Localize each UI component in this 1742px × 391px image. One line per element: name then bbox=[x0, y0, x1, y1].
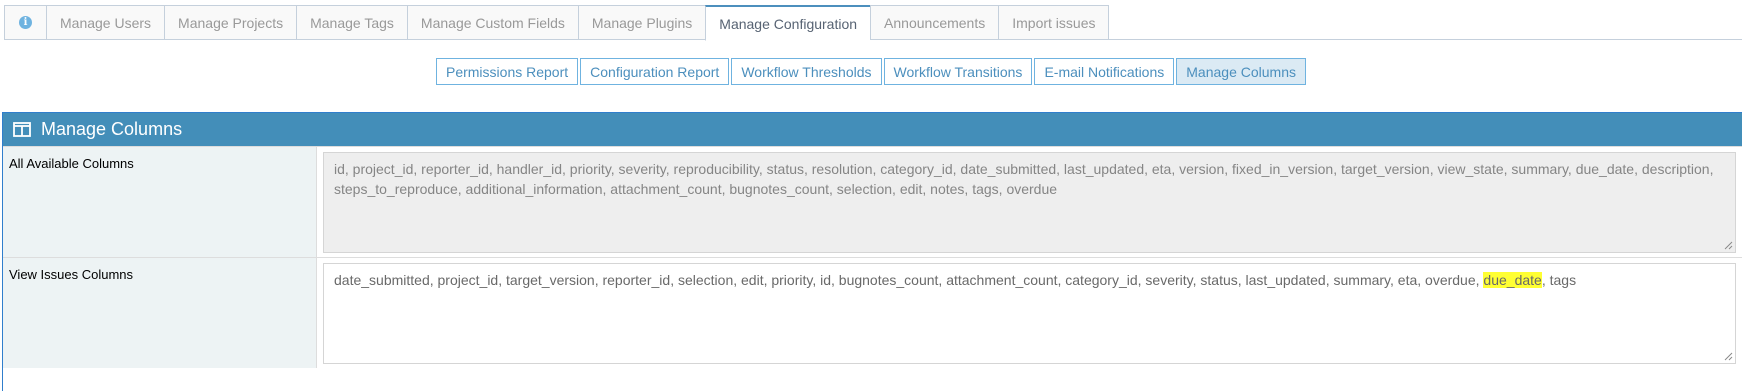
manage-columns-button[interactable]: Manage Columns bbox=[1176, 58, 1306, 85]
widget-title: Manage Columns bbox=[41, 119, 183, 139]
tab-manage-users[interactable]: Manage Users bbox=[46, 5, 165, 40]
all-columns-label: All Available Columns bbox=[3, 147, 317, 257]
tab-manage-configuration[interactable]: Manage Configuration bbox=[705, 5, 871, 41]
tabs-divider bbox=[4, 39, 1742, 40]
tab-manage-custom-fields[interactable]: Manage Custom Fields bbox=[406, 5, 578, 40]
columns-icon bbox=[13, 122, 31, 137]
all-columns-field: id, project_id, reporter_id, handler_id,… bbox=[317, 147, 1742, 257]
view-columns-label: View Issues Columns bbox=[3, 258, 317, 368]
view-columns-row: View Issues Columns date_submitted, proj… bbox=[3, 257, 1742, 368]
manage-columns-widget: Manage Columns All Available Columns id,… bbox=[2, 112, 1742, 391]
view-columns-textarea[interactable]: date_submitted, project_id, target_versi… bbox=[323, 263, 1736, 364]
all-columns-text: id, project_id, reporter_id, handler_id,… bbox=[334, 161, 1714, 197]
tab-announcements[interactable]: Announcements bbox=[870, 5, 999, 40]
workflow-transitions-button[interactable]: Workflow Transitions bbox=[883, 58, 1033, 85]
tab-manage-projects[interactable]: Manage Projects bbox=[164, 5, 297, 40]
all-columns-row: All Available Columns id, project_id, re… bbox=[3, 146, 1742, 257]
nav-tabs: i Manage Users Manage Projects Manage Ta… bbox=[4, 5, 1110, 41]
configuration-report-button[interactable]: Configuration Report bbox=[580, 58, 730, 85]
view-columns-text-tail: , tags bbox=[1541, 272, 1577, 288]
tab-manage-tags[interactable]: Manage Tags bbox=[296, 5, 407, 40]
tab-info[interactable]: i bbox=[4, 5, 46, 40]
permissions-report-button[interactable]: Permissions Report bbox=[435, 58, 579, 85]
workflow-thresholds-button[interactable]: Workflow Thresholds bbox=[731, 58, 882, 85]
info-circle-icon: i bbox=[19, 16, 32, 29]
resize-grip-icon[interactable] bbox=[1724, 352, 1733, 361]
all-columns-textarea[interactable]: id, project_id, reporter_id, handler_id,… bbox=[323, 152, 1736, 253]
view-columns-field: date_submitted, project_id, target_versi… bbox=[317, 258, 1742, 368]
view-columns-text: date_submitted, project_id, target_versi… bbox=[334, 272, 1484, 288]
widget-header: Manage Columns bbox=[3, 113, 1742, 146]
highlighted-column: due_date bbox=[1483, 272, 1542, 288]
config-sub-nav: Permissions Report Configuration Report … bbox=[0, 58, 1742, 85]
tab-manage-plugins[interactable]: Manage Plugins bbox=[577, 5, 706, 40]
email-notifications-button[interactable]: E-mail Notifications bbox=[1034, 58, 1175, 85]
resize-grip-icon[interactable] bbox=[1724, 241, 1733, 250]
tab-import-issues[interactable]: Import issues bbox=[998, 5, 1110, 40]
